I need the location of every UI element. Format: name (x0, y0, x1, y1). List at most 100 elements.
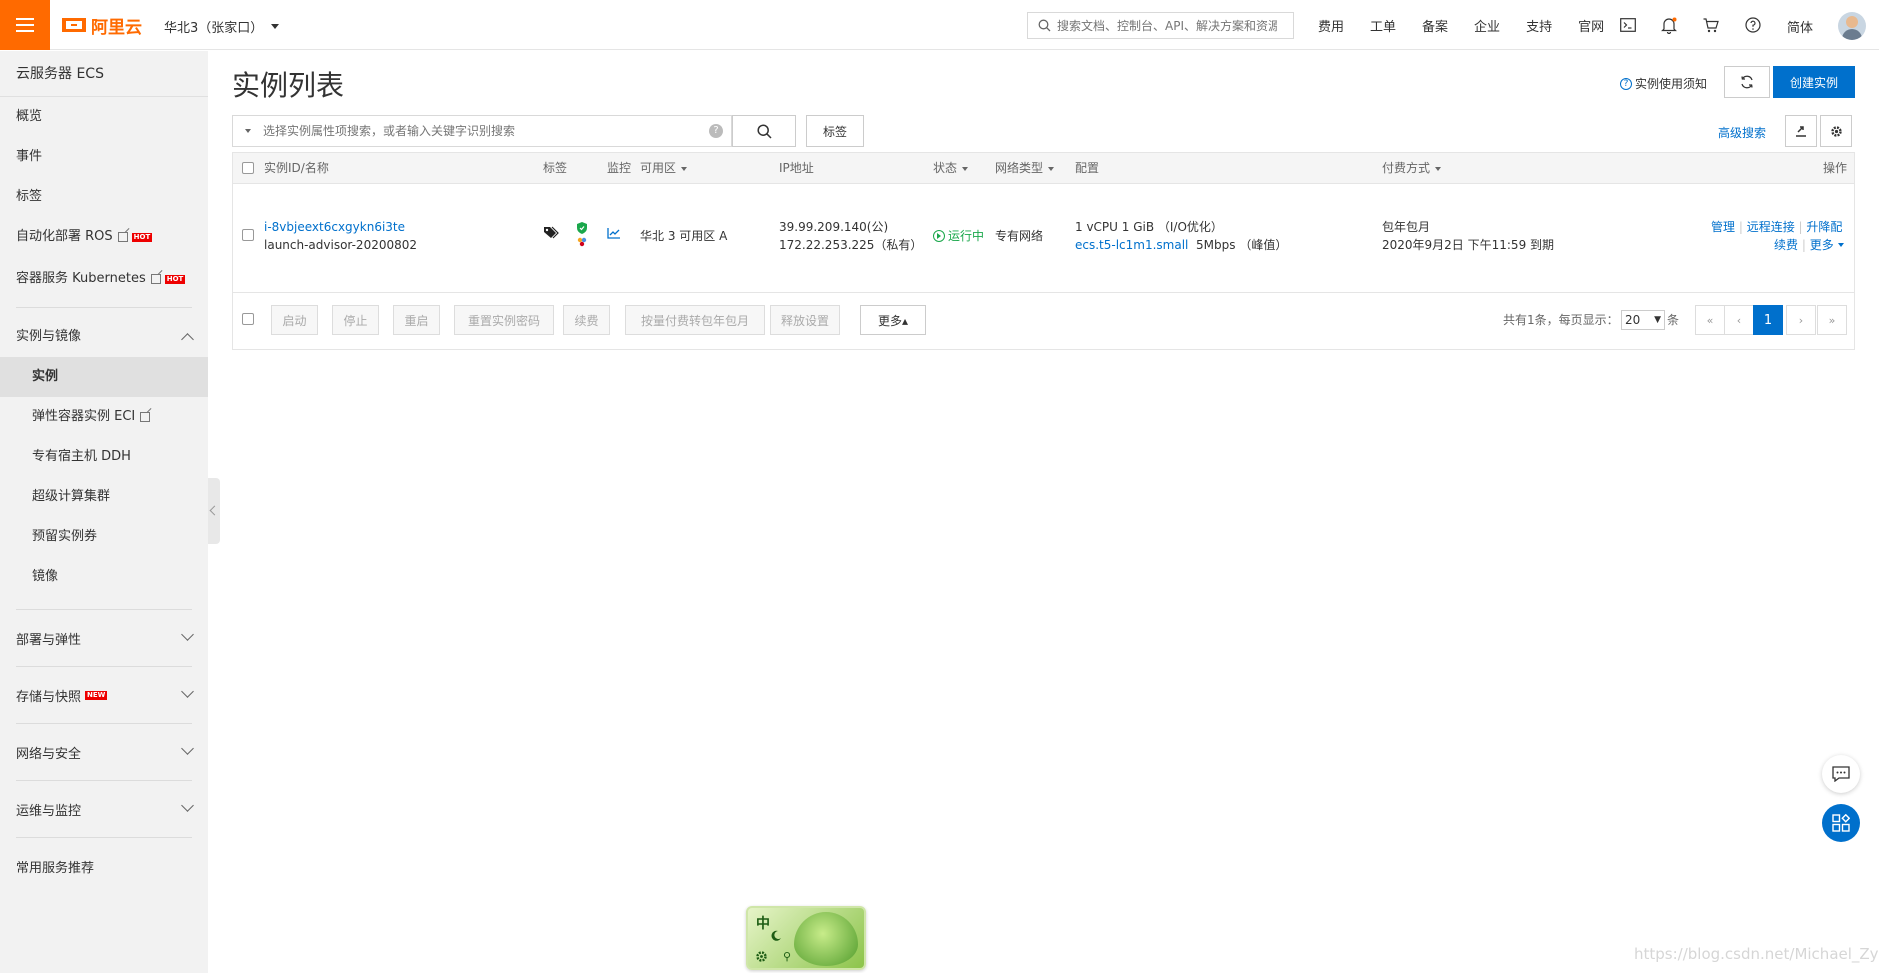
stop-button[interactable]: 停止 (332, 305, 379, 335)
divider: | (1801, 238, 1810, 252)
instance-type-link[interactable]: ecs.t5-lc1m1.small (1075, 238, 1188, 252)
sidebar-item-images[interactable]: 镜像 (0, 557, 208, 597)
menu-icon[interactable] (0, 0, 50, 50)
tag-icon[interactable] (543, 226, 559, 245)
sidebar-item-events[interactable]: 事件 (0, 137, 208, 177)
instance-search-input[interactable] (263, 124, 703, 138)
start-button[interactable]: 启动 (271, 305, 318, 335)
sidebar-item-recommend[interactable]: 常用服务推荐 (0, 838, 208, 894)
remote-connect-link[interactable]: 远程连接 (1747, 220, 1795, 234)
search-button[interactable] (732, 115, 796, 147)
settings-button[interactable] (1820, 115, 1852, 147)
first-page-button[interactable]: « (1695, 305, 1725, 335)
renew-button[interactable]: 续费 (563, 305, 610, 335)
network-type: 专有网络 (995, 229, 1044, 243)
chat-button[interactable] (1822, 755, 1860, 793)
sort-icon (962, 166, 969, 171)
avatar[interactable] (1838, 12, 1866, 40)
sidebar-item-eci[interactable]: 弹性容器实例 ECI (0, 397, 208, 437)
help-icon[interactable]: ? (709, 124, 723, 138)
refresh-button[interactable] (1724, 66, 1770, 98)
sidebar-item-overview[interactable]: 概览 (0, 97, 208, 137)
tag-filter-button[interactable]: 标签 (806, 115, 864, 147)
language-switch[interactable]: 简体 (1787, 17, 1813, 36)
monitor-chart-icon[interactable] (607, 226, 621, 244)
column-header-billing[interactable]: 付费方式 (1382, 153, 1442, 184)
sidebar-item-label: 容器服务 Kubernetes (16, 271, 146, 286)
ime-mode-label: 中 (756, 916, 770, 932)
sidebar-group-deploy[interactable]: 部署与弹性 (0, 610, 208, 666)
gear-icon (1830, 125, 1842, 137)
more-label: 更多 (1809, 238, 1834, 252)
bulk-more-button[interactable]: 更多▴ (860, 305, 926, 335)
config-spec: 1 vCPU 1 GiB （I/O优化） (1075, 220, 1223, 234)
sort-icon (681, 166, 688, 171)
sidebar-collapse-handle[interactable] (208, 478, 220, 544)
row-actions-2: 续费 | 更多 (1774, 236, 1844, 254)
bell-icon[interactable] (1660, 16, 1678, 34)
more-actions-link[interactable]: 更多 (1810, 238, 1844, 252)
sidebar-group-instances[interactable]: 实例与镜像 (0, 317, 208, 357)
page-title: 实例列表 (232, 69, 345, 102)
nav-enterprise[interactable]: 企业 (1474, 16, 1500, 35)
security-shield-icon[interactable] (575, 221, 589, 254)
refresh-icon (1741, 75, 1753, 89)
sidebar-item-label: 超级计算集群 (32, 489, 111, 504)
sidebar-item-scc[interactable]: 超级计算集群 (0, 477, 208, 517)
chevron-down-icon (271, 24, 280, 29)
ime-toolbar[interactable]: 中 ⚲ (746, 906, 866, 970)
sidebar-group-storage[interactable]: 存储与快照 NEW (0, 667, 208, 723)
export-button[interactable] (1785, 115, 1817, 147)
convert-billing-button[interactable]: 按量付费转包年包月 (625, 305, 765, 335)
sidebar-item-reserved[interactable]: 预留实例券 (0, 517, 208, 557)
help-icon[interactable] (1744, 16, 1762, 34)
instance-id-link[interactable]: i-8vbjeext6cxgykn6i3te (264, 218, 405, 236)
sidebar-group-ops[interactable]: 运维与监控 (0, 781, 208, 837)
last-page-button[interactable]: » (1817, 305, 1847, 335)
create-instance-button[interactable]: 创建实例 (1773, 66, 1855, 98)
sidebar-item-label: 自动化部署 ROS (16, 229, 113, 244)
global-search-input[interactable] (1057, 18, 1277, 33)
column-header-status[interactable]: 状态 (933, 153, 969, 184)
select-all-checkbox[interactable] (242, 162, 254, 174)
usage-notice-link[interactable]: ? 实例使用须知 (1620, 75, 1707, 92)
next-page-button[interactable]: › (1786, 305, 1816, 335)
reset-password-button[interactable]: 重置实例密码 (454, 305, 554, 335)
chevron-down-icon (181, 742, 194, 755)
sidebar-item-instances[interactable]: 实例 (0, 357, 208, 397)
chevron-up-icon (181, 333, 194, 346)
terminal-icon[interactable] (1619, 16, 1637, 34)
prev-page-button[interactable]: ‹ (1724, 305, 1754, 335)
sidebar-group-label: 实例与镜像 (16, 329, 82, 344)
release-settings-button[interactable]: 释放设置 (770, 305, 840, 335)
page-1-button[interactable]: 1 (1753, 305, 1783, 335)
manage-link[interactable]: 管理 (1711, 220, 1735, 234)
nav-billing[interactable]: 费用 (1318, 16, 1344, 35)
nav-icp[interactable]: 备案 (1422, 16, 1448, 35)
column-header-zone[interactable]: 可用区 (640, 153, 688, 184)
upgrade-link[interactable]: 升降配 (1806, 220, 1842, 234)
column-header-network[interactable]: 网络类型 (995, 153, 1055, 184)
sidebar-item-ros[interactable]: 自动化部署 ROS HOT (0, 217, 208, 257)
renew-link[interactable]: 续费 (1774, 238, 1798, 252)
bulk-select-checkbox[interactable] (242, 313, 254, 325)
advanced-search-link[interactable]: 高级搜索 (1718, 124, 1766, 141)
row-checkbox[interactable] (242, 229, 254, 241)
sidebar-item-ddh[interactable]: 专有宿主机 DDH (0, 437, 208, 477)
nav-tickets[interactable]: 工单 (1370, 16, 1396, 35)
nav-support[interactable]: 支持 (1526, 16, 1552, 35)
sidebar-group-network[interactable]: 网络与安全 (0, 724, 208, 780)
apps-button[interactable] (1822, 804, 1860, 842)
global-search[interactable] (1027, 12, 1294, 39)
sidebar-item-tags[interactable]: 标签 (0, 177, 208, 217)
running-icon (933, 230, 945, 242)
sidebar-item-kubernetes[interactable]: 容器服务 Kubernetes HOT (0, 259, 208, 299)
region-selector[interactable]: 华北3（张家口） (164, 17, 280, 36)
cart-icon[interactable] (1702, 16, 1720, 34)
page-size-select[interactable]: 20 ▼ (1621, 310, 1665, 330)
restart-button[interactable]: 重启 (393, 305, 440, 335)
aliyun-logo[interactable]: 阿里云 (62, 13, 142, 38)
sidebar-group-label: 部署与弹性 (16, 632, 82, 648)
instance-search[interactable]: ? (232, 115, 732, 147)
nav-official-site[interactable]: 官网 (1578, 16, 1604, 35)
